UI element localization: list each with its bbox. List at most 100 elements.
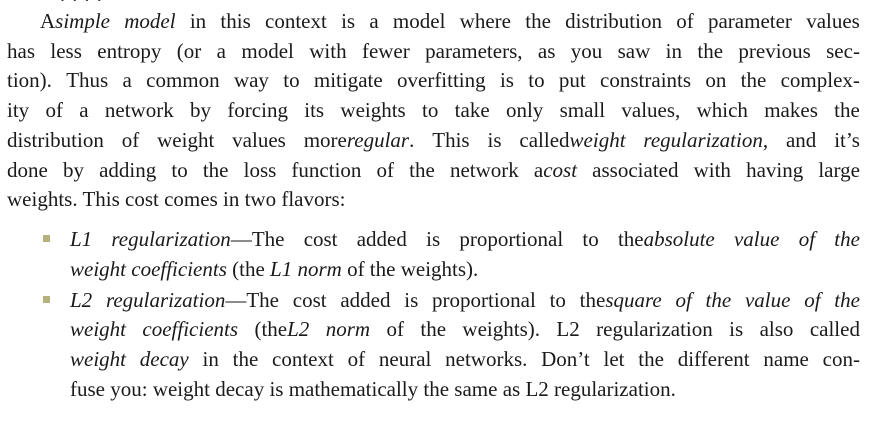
word: , bbox=[762, 128, 769, 152]
word: proportional bbox=[432, 288, 536, 312]
word: (the bbox=[254, 317, 288, 341]
word: as bbox=[537, 39, 556, 63]
word: of bbox=[386, 317, 404, 341]
word: done bbox=[7, 158, 48, 182]
italic-text: weight coefficients bbox=[70, 257, 227, 281]
word: —The bbox=[230, 227, 285, 251]
word: to bbox=[549, 288, 566, 312]
word: value bbox=[733, 227, 780, 251]
word: values bbox=[232, 128, 286, 152]
word-group: regularization—The bbox=[106, 286, 279, 315]
text-run: of the weights). bbox=[341, 257, 479, 281]
word: makes bbox=[764, 98, 818, 122]
word: of bbox=[804, 288, 821, 312]
word: L2 bbox=[556, 317, 580, 341]
word: only bbox=[505, 98, 544, 122]
word: the bbox=[409, 158, 435, 182]
bullet-marker-1 bbox=[43, 235, 50, 242]
word: you bbox=[570, 39, 603, 63]
word: absolute bbox=[643, 227, 715, 251]
word: put bbox=[558, 68, 586, 92]
word: of bbox=[676, 9, 694, 33]
word: is bbox=[499, 68, 514, 92]
word: associated bbox=[592, 158, 679, 182]
word: of bbox=[376, 158, 395, 182]
word: weights). bbox=[462, 317, 540, 341]
word: on bbox=[705, 68, 727, 92]
word: This bbox=[432, 128, 470, 152]
word: weight bbox=[157, 128, 215, 152]
word: —The bbox=[225, 288, 279, 312]
word: where bbox=[459, 9, 511, 33]
word: mitigate bbox=[313, 68, 383, 92]
word: the bbox=[705, 288, 732, 312]
word: parameter bbox=[707, 9, 792, 33]
word: way bbox=[233, 68, 269, 92]
word: overfitting bbox=[397, 68, 486, 92]
word: the bbox=[420, 317, 447, 341]
word: added bbox=[356, 227, 407, 251]
word: by bbox=[62, 158, 84, 182]
word-group: regularization, bbox=[643, 126, 768, 155]
word: a bbox=[533, 158, 544, 182]
word: which bbox=[696, 98, 748, 122]
word: parameters, bbox=[425, 39, 523, 63]
word: less bbox=[50, 39, 82, 63]
word: distribution bbox=[7, 128, 104, 152]
text-run: weights. This cost comes in two flavors: bbox=[7, 187, 346, 211]
word-group: (theL2 bbox=[254, 315, 309, 344]
word: regularization bbox=[111, 227, 231, 251]
word: the bbox=[525, 9, 551, 33]
word: with bbox=[693, 158, 731, 182]
word: the bbox=[617, 227, 644, 251]
word: in bbox=[665, 39, 683, 63]
word: its bbox=[304, 98, 325, 122]
word: previous bbox=[738, 39, 811, 63]
word: it’s bbox=[834, 128, 860, 152]
word: is bbox=[426, 227, 441, 251]
word: entropy bbox=[97, 39, 162, 63]
word: a bbox=[79, 98, 89, 122]
word: function bbox=[291, 158, 362, 182]
word: L1 bbox=[70, 227, 93, 251]
word: model bbox=[241, 39, 294, 63]
word: is bbox=[404, 288, 419, 312]
word: context bbox=[272, 347, 334, 371]
word: norm bbox=[325, 317, 371, 341]
word: the bbox=[834, 98, 860, 122]
bullet-2-line-2: weight coefficients (theL2 norm of the weights… bbox=[70, 315, 860, 344]
word-group: thesquare bbox=[580, 286, 662, 315]
word: is bbox=[341, 9, 356, 33]
word: this bbox=[220, 9, 251, 33]
word: regularization bbox=[105, 288, 226, 312]
word: large bbox=[818, 158, 860, 182]
word: loss bbox=[243, 158, 277, 182]
word: the bbox=[638, 347, 664, 371]
word: square bbox=[605, 288, 662, 312]
word: cost bbox=[303, 227, 338, 251]
word: regular bbox=[346, 128, 410, 152]
word: weight bbox=[70, 347, 126, 371]
word: a bbox=[122, 68, 132, 92]
word: the bbox=[579, 288, 606, 312]
word: networks. bbox=[445, 347, 528, 371]
word: forcing bbox=[227, 98, 288, 122]
word: the bbox=[740, 68, 767, 92]
word: adding bbox=[99, 158, 157, 182]
word: network bbox=[449, 158, 519, 182]
word-group: calledweight bbox=[519, 126, 625, 155]
text-run: fuse you: weight decay is mathematically… bbox=[70, 377, 676, 401]
word: different bbox=[677, 347, 750, 371]
document-page: · · · · Asimple model in this context is a mode… bbox=[0, 0, 882, 426]
bullet-1-line-2: weight coefficients (the L1 norm of the … bbox=[70, 255, 478, 284]
word: values, bbox=[621, 98, 681, 122]
word: take bbox=[454, 98, 490, 122]
word: called bbox=[809, 317, 860, 341]
word: is bbox=[729, 317, 744, 341]
word-group: moreregular bbox=[304, 128, 409, 152]
word: model bbox=[124, 9, 176, 33]
word: . bbox=[409, 128, 415, 152]
word-group: Asimple bbox=[40, 7, 110, 36]
word-group: regularization—The bbox=[111, 225, 284, 254]
paragraph-line-7: weights. This cost comes in two flavors: bbox=[7, 185, 346, 214]
